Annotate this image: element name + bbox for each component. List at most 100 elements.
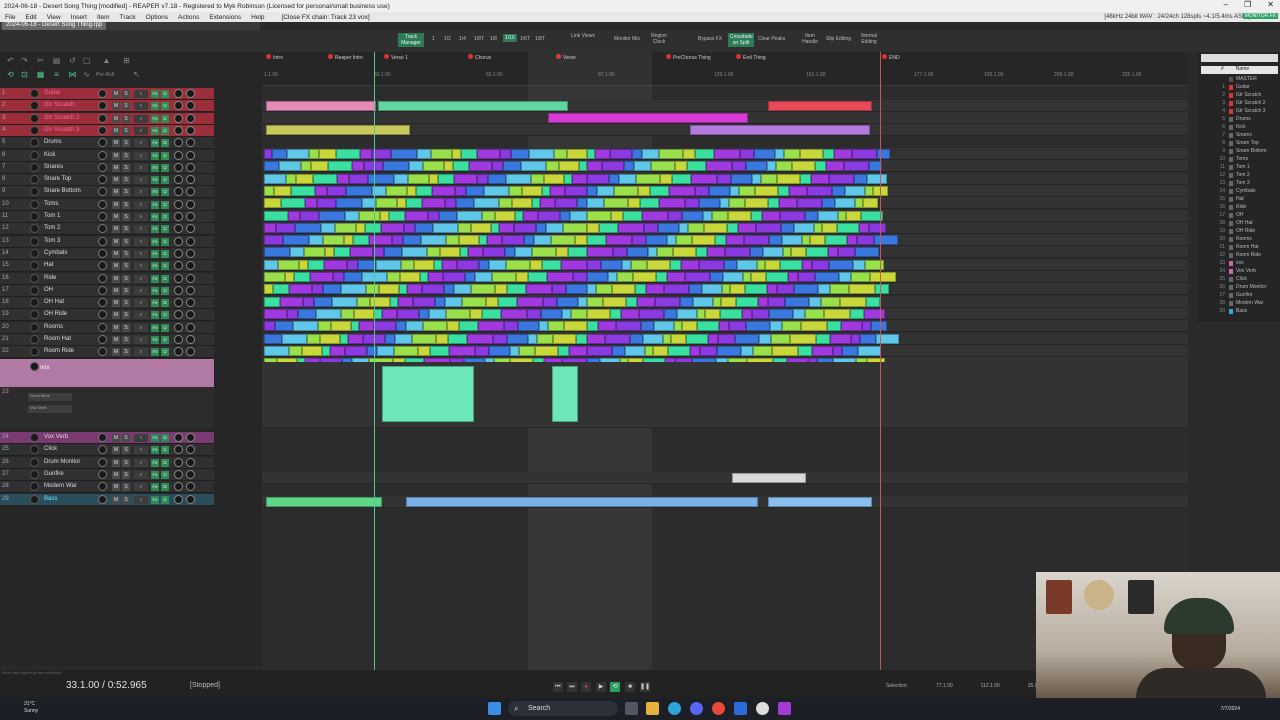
track-name[interactable]: Room Ride <box>44 348 74 354</box>
media-item[interactable] <box>532 247 556 258</box>
media-item[interactable] <box>646 235 667 246</box>
pan-knob[interactable] <box>174 224 183 234</box>
media-item[interactable] <box>811 173 829 184</box>
grid-1-4-button[interactable]: 1/4 <box>459 36 466 42</box>
solo-button[interactable]: S <box>122 434 130 442</box>
media-item[interactable] <box>558 345 569 356</box>
track-list-item[interactable]: 10 Toms <box>1199 156 1279 164</box>
volume-knob[interactable] <box>98 138 107 148</box>
media-item[interactable] <box>469 161 492 172</box>
media-item[interactable] <box>335 222 356 233</box>
media-item[interactable] <box>710 272 723 282</box>
media-item[interactable] <box>556 247 568 258</box>
undo-history-icon[interactable]: ↺ <box>68 56 77 65</box>
mute-button[interactable]: M <box>112 323 120 332</box>
route-button[interactable]: ≡ <box>134 163 148 172</box>
media-item[interactable] <box>403 235 421 246</box>
discord-icon[interactable] <box>690 702 703 715</box>
media-item[interactable] <box>839 272 851 282</box>
media-item[interactable] <box>282 333 307 344</box>
media-item[interactable] <box>821 296 840 307</box>
route-button[interactable]: ≡ <box>134 90 148 98</box>
media-item[interactable] <box>553 333 576 344</box>
media-item[interactable] <box>835 198 855 209</box>
media-item[interactable] <box>495 210 515 221</box>
fx-bypass-button[interactable]: ⏻ <box>161 262 169 271</box>
track-name[interactable]: Tom 3 <box>44 238 60 244</box>
media-item[interactable] <box>614 185 638 196</box>
media-item[interactable] <box>384 247 402 258</box>
media-item[interactable] <box>514 222 536 233</box>
fx-bypass-button[interactable]: ⏻ <box>161 274 169 283</box>
media-item[interactable] <box>704 222 727 233</box>
fx-button[interactable]: FX <box>151 286 159 295</box>
start-menu-icon[interactable] <box>488 702 501 715</box>
media-item[interactable] <box>587 308 610 319</box>
fx-bypass-button[interactable]: ⏻ <box>161 446 169 455</box>
media-item[interactable] <box>576 333 587 344</box>
fx-button[interactable]: FX <box>151 126 159 135</box>
media-item[interactable] <box>690 345 700 356</box>
media-item[interactable] <box>827 321 841 332</box>
media-item[interactable] <box>788 272 798 282</box>
record-arm-icon[interactable] <box>30 361 39 371</box>
media-item[interactable] <box>870 272 896 282</box>
solo-button[interactable]: S <box>122 200 130 209</box>
bypass-fx-button[interactable]: Bypass FX <box>698 36 722 42</box>
route-button[interactable]: ≡ <box>134 274 148 283</box>
media-item[interactable] <box>345 345 367 356</box>
media-item[interactable] <box>560 210 570 221</box>
media-item[interactable] <box>597 185 614 196</box>
media-item[interactable] <box>470 308 482 319</box>
track-list-item[interactable]: 17 OH <box>1199 212 1279 220</box>
media-item[interactable] <box>825 235 847 246</box>
media-item[interactable] <box>461 149 477 159</box>
media-item[interactable] <box>844 161 869 172</box>
record-arm-icon[interactable] <box>30 125 39 135</box>
media-item[interactable] <box>768 497 872 507</box>
track-name[interactable]: Room Hat <box>44 336 71 342</box>
fx-bypass-button[interactable]: ⏻ <box>161 483 169 492</box>
media-item[interactable] <box>500 149 511 159</box>
media-item[interactable] <box>391 149 417 159</box>
media-item[interactable] <box>477 149 500 159</box>
media-item[interactable] <box>357 296 370 307</box>
media-item[interactable] <box>370 296 390 307</box>
media-item[interactable] <box>691 173 717 184</box>
fx-button[interactable]: FX <box>151 336 159 344</box>
media-item[interactable] <box>436 333 448 344</box>
media-item[interactable] <box>728 210 751 221</box>
media-item[interactable] <box>841 321 862 332</box>
pan-knob[interactable] <box>174 138 183 148</box>
solo-button[interactable]: S <box>122 213 130 221</box>
media-item[interactable] <box>474 198 499 209</box>
media-item[interactable] <box>645 345 653 356</box>
media-item[interactable] <box>419 308 429 319</box>
media-item[interactable] <box>626 296 637 307</box>
media-item[interactable] <box>730 185 739 196</box>
media-item[interactable] <box>555 198 577 209</box>
grid-1-6t-button[interactable]: 1/6T <box>520 36 530 42</box>
media-item[interactable] <box>685 272 710 282</box>
menu-options[interactable]: Options <box>141 14 173 21</box>
media-item[interactable] <box>677 308 697 319</box>
media-item[interactable] <box>757 259 765 270</box>
grid-1-2-button[interactable]: 1/2 <box>444 36 451 42</box>
record-arm-icon[interactable] <box>30 261 39 271</box>
media-item[interactable] <box>622 259 631 270</box>
media-item[interactable] <box>432 185 455 196</box>
media-item[interactable] <box>695 149 714 159</box>
media-item[interactable] <box>697 321 719 332</box>
media-item[interactable] <box>816 333 830 344</box>
media-item[interactable] <box>812 259 829 270</box>
media-item[interactable] <box>610 308 621 319</box>
media-item[interactable] <box>612 345 625 356</box>
track-list-col-num[interactable]: # <box>1221 66 1224 74</box>
media-item[interactable] <box>499 222 514 233</box>
media-item[interactable] <box>299 259 308 270</box>
track-row[interactable]: 5 Drums M S ≡ FX ⏻ <box>0 137 214 150</box>
media-item[interactable] <box>812 345 833 356</box>
media-item[interactable] <box>577 198 587 209</box>
fx-bypass-button[interactable]: ⏻ <box>161 126 169 135</box>
media-item[interactable] <box>743 272 751 282</box>
